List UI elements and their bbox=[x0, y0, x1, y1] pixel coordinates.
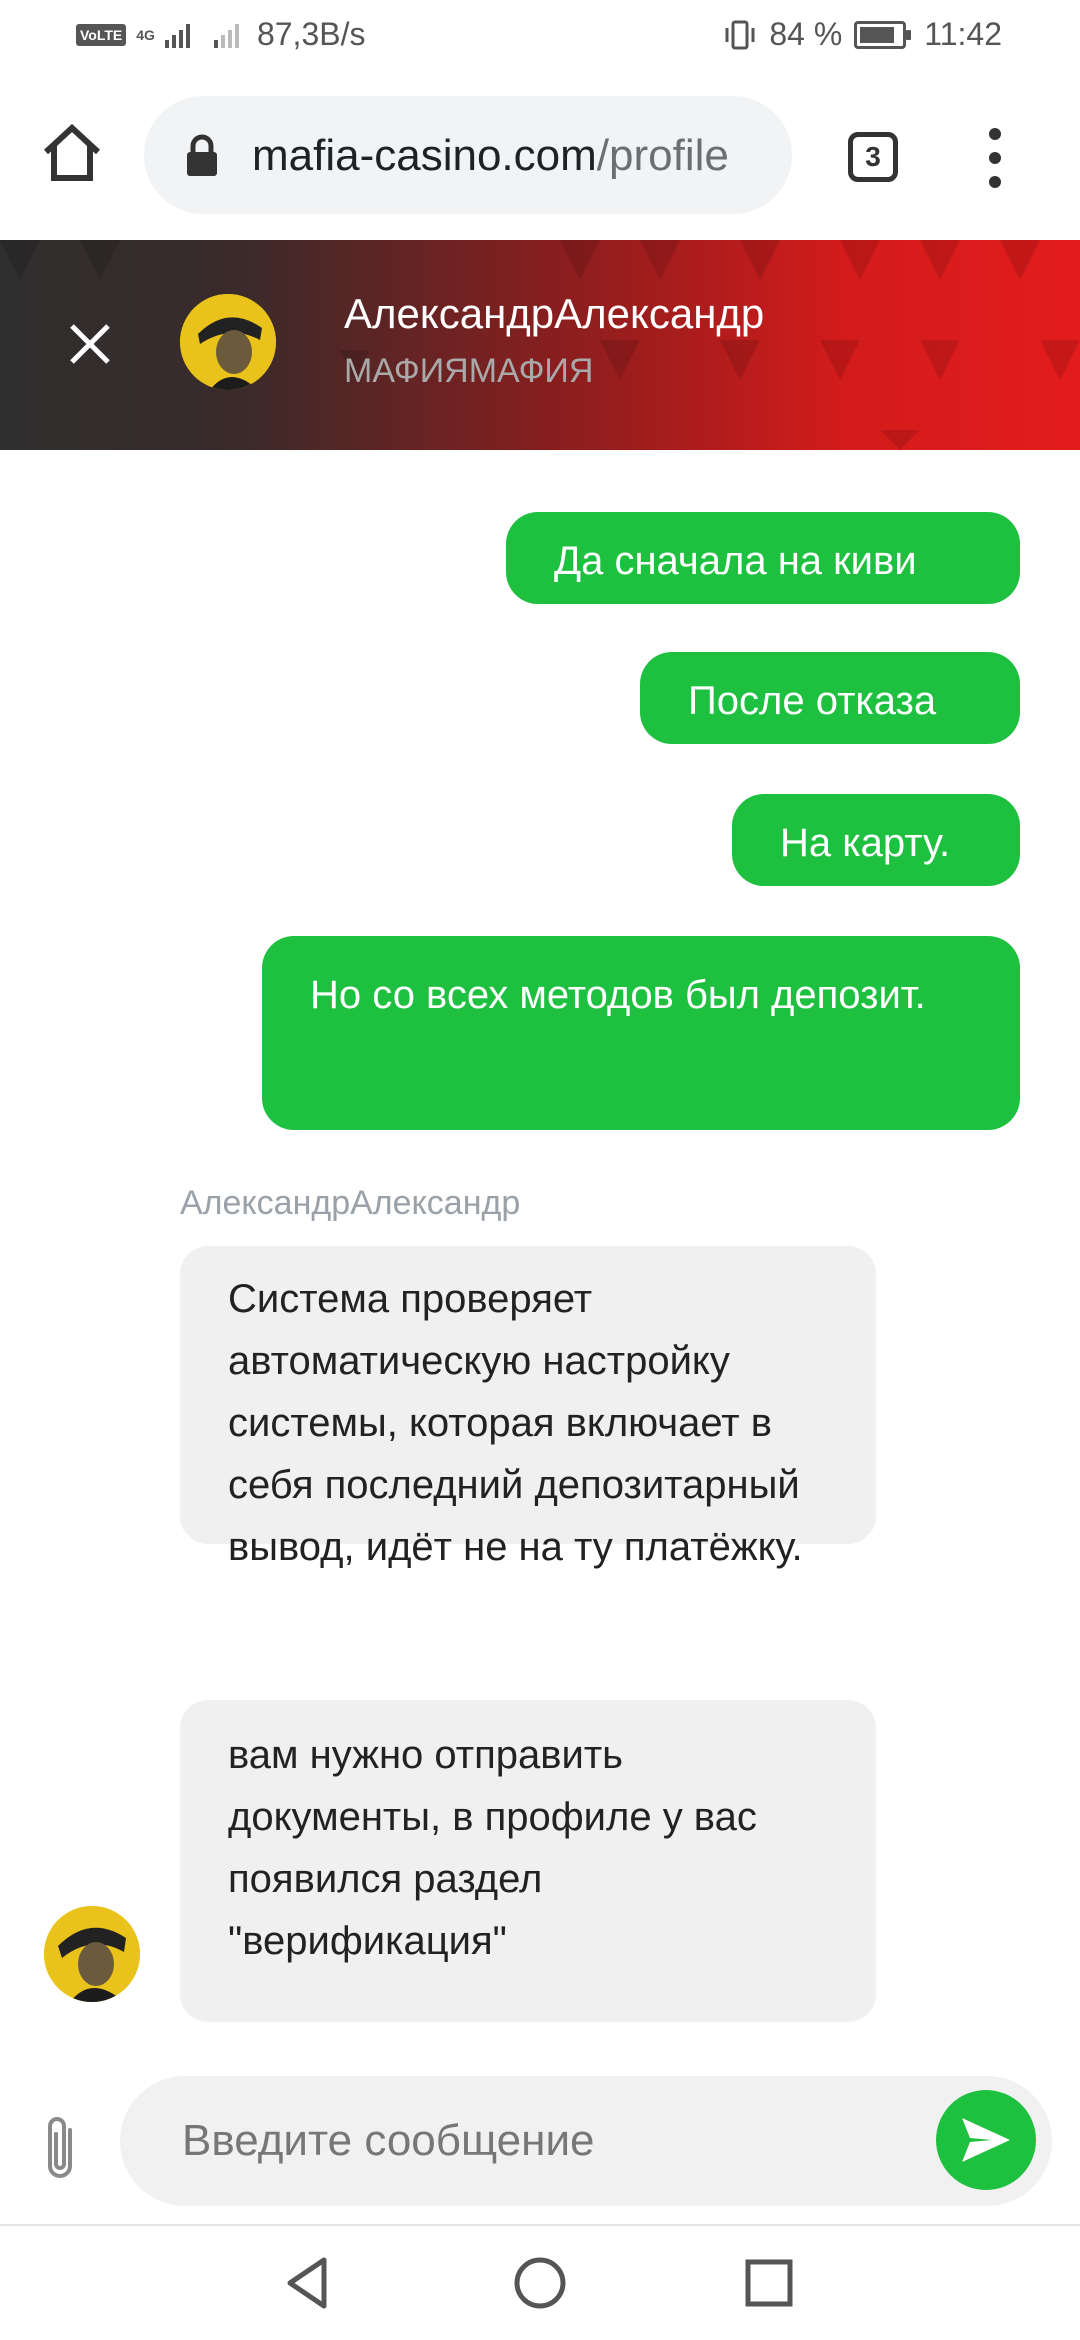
message-list[interactable]: Да сначала на киви После отказа На карту… bbox=[0, 450, 1080, 2070]
message-text: После отказа bbox=[688, 679, 937, 723]
message-text: Но со всех методов был депозит. bbox=[310, 973, 926, 1017]
lock-icon bbox=[187, 134, 217, 176]
address-bar[interactable]: mafia-casino.com/profile bbox=[144, 96, 792, 214]
tab-switcher-button[interactable]: 3 bbox=[848, 132, 898, 182]
url-domain: mafia-casino.com bbox=[252, 131, 597, 180]
message-text: Система проверяет автоматическую настрой… bbox=[228, 1277, 803, 1569]
paperclip-icon[interactable] bbox=[40, 2114, 84, 2184]
volte-indicator: VoLTE bbox=[76, 23, 127, 46]
message-outgoing: Да сначала на киви bbox=[506, 512, 1020, 604]
message-outgoing: После отказа bbox=[640, 652, 1020, 744]
message-outgoing: На карту. bbox=[732, 794, 1020, 886]
browser-toolbar: mafia-casino.com/profile 3 bbox=[0, 72, 1080, 240]
circle-home-icon[interactable] bbox=[507, 2250, 573, 2316]
close-icon[interactable] bbox=[66, 320, 114, 368]
home-icon[interactable] bbox=[36, 118, 108, 190]
network-speed: 87,3B/s bbox=[256, 16, 366, 52]
message-text: Да сначала на киви bbox=[554, 539, 917, 583]
message-avatar[interactable] bbox=[44, 1906, 140, 2002]
system-nav-bar bbox=[0, 2226, 1080, 2340]
status-left: VoLTE 4G 87,3B/s bbox=[76, 16, 365, 53]
message-input[interactable] bbox=[120, 2076, 1052, 2206]
message-text: вам нужно отправить документы, в профиле… bbox=[228, 1733, 757, 1963]
sender-name: АлександрАлександр bbox=[180, 1184, 521, 1222]
chat-header: АлександрАлександр МАФИЯМАФИЯ bbox=[0, 240, 1080, 450]
battery-percent: 84 % bbox=[769, 16, 843, 52]
battery-icon bbox=[854, 20, 912, 49]
signal-icon bbox=[164, 22, 190, 48]
message-incoming: вам нужно отправить документы, в профиле… bbox=[180, 1700, 876, 2022]
header-pattern bbox=[0, 240, 1080, 450]
chat-subtitle: МАФИЯМАФИЯ bbox=[344, 352, 594, 390]
triangle-back-icon[interactable] bbox=[276, 2250, 342, 2316]
chat-title: АлександрАлександр bbox=[344, 290, 765, 337]
send-icon bbox=[962, 2118, 1010, 2162]
avatar[interactable] bbox=[180, 294, 276, 390]
send-button[interactable] bbox=[936, 2090, 1036, 2190]
url-path: /profile bbox=[596, 131, 729, 180]
status-bar: VoLTE 4G 87,3B/s 84 % 11:42 bbox=[0, 0, 1080, 72]
url-text[interactable]: mafia-casino.com/profile bbox=[252, 126, 774, 186]
avatar-image bbox=[180, 294, 276, 390]
message-text: На карту. bbox=[780, 821, 951, 865]
avatar-image bbox=[44, 1906, 140, 2002]
message-incoming: Система проверяет автоматическую настрой… bbox=[180, 1246, 876, 1569]
message-outgoing: Но со всех методов был депозит. bbox=[262, 936, 1020, 1130]
network-type: 4G bbox=[136, 26, 155, 43]
message-composer bbox=[0, 2070, 1080, 2222]
vibrate-icon bbox=[725, 20, 755, 49]
signal-icon-secondary bbox=[213, 22, 239, 48]
more-vert-icon[interactable] bbox=[980, 128, 1010, 192]
status-right: 84 % 11:42 bbox=[723, 16, 1002, 53]
clock: 11:42 bbox=[924, 16, 1002, 52]
square-recents-icon[interactable] bbox=[736, 2250, 802, 2316]
